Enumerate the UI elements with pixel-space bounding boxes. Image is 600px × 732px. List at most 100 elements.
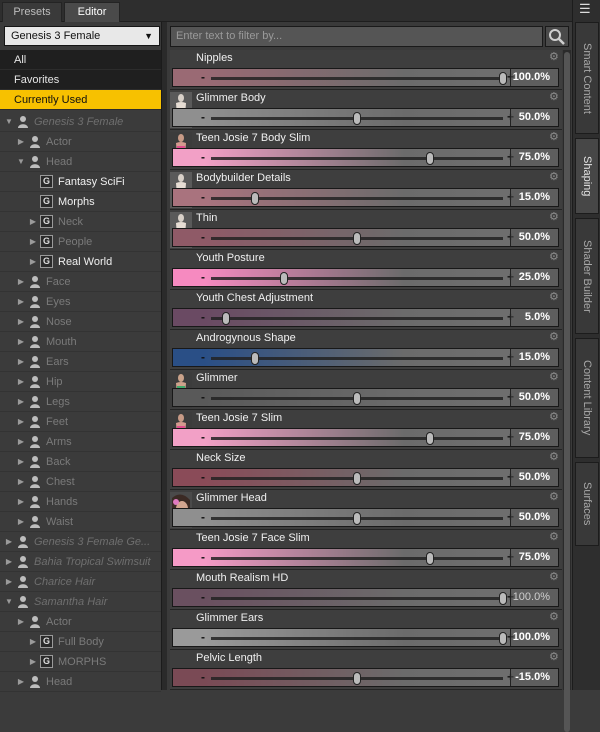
decrement-button[interactable]: - <box>201 189 205 206</box>
property-slider[interactable]: -+15.0% <box>172 188 559 207</box>
gear-icon[interactable]: ⚙ <box>549 332 560 343</box>
gear-icon[interactable]: ⚙ <box>549 532 560 543</box>
side-tab-surfaces[interactable]: Surfaces <box>575 462 599 546</box>
decrement-button[interactable]: - <box>201 469 205 486</box>
property-slider[interactable]: -+-15.0% <box>172 668 559 687</box>
tree-item[interactable]: ▶ G Full Body <box>0 632 161 652</box>
side-tab-shaping[interactable]: Shaping <box>575 138 599 214</box>
slider-handle[interactable] <box>353 672 361 685</box>
decrement-button[interactable]: - <box>201 69 205 86</box>
decrement-button[interactable]: - <box>201 109 205 126</box>
property-slider[interactable]: -+75.0% <box>172 148 559 167</box>
slider-handle[interactable] <box>353 392 361 405</box>
slider-handle[interactable] <box>353 112 361 125</box>
expand-arrow-icon[interactable]: ▶ <box>16 412 26 432</box>
property-slider[interactable]: -+50.0% <box>172 228 559 247</box>
expand-arrow-icon[interactable]: ▶ <box>16 372 26 392</box>
tree-item[interactable]: ▶ Face <box>0 272 161 292</box>
expand-arrow-icon[interactable]: ▶ <box>28 652 38 672</box>
gear-icon[interactable]: ⚙ <box>549 212 560 223</box>
category-item[interactable]: Currently Used <box>0 90 161 110</box>
slider-handle[interactable] <box>499 632 507 645</box>
expand-arrow-icon[interactable]: ▶ <box>28 232 38 252</box>
property-slider[interactable]: -+100.0% <box>172 588 559 607</box>
decrement-button[interactable]: - <box>201 589 205 606</box>
gear-icon[interactable]: ⚙ <box>549 572 560 583</box>
property-slider[interactable]: -+5.0% <box>172 308 559 327</box>
tree-item[interactable]: ▶ G Neck <box>0 212 161 232</box>
tab-presets[interactable]: Presets <box>2 2 62 22</box>
side-tab-content-library[interactable]: Content Library <box>575 338 599 458</box>
gear-icon[interactable]: ⚙ <box>549 292 560 303</box>
slider-handle[interactable] <box>251 352 259 365</box>
tree-item[interactable]: ▶ Back <box>0 452 161 472</box>
property-slider[interactable]: -+100.0% <box>172 68 559 87</box>
side-tab-shader-builder[interactable]: Shader Builder <box>575 218 599 334</box>
tree-item[interactable]: ▼ Samantha Hair <box>0 592 161 612</box>
panel-splitter[interactable] <box>161 22 167 690</box>
decrement-button[interactable]: - <box>201 429 205 446</box>
figure-select[interactable]: Genesis 3 Female ▼ <box>4 26 160 46</box>
expand-arrow-icon[interactable]: ▶ <box>16 472 26 492</box>
tree-item[interactable]: G Morphs <box>0 192 161 212</box>
collapse-arrow-icon[interactable]: ▼ <box>4 112 14 132</box>
decrement-button[interactable]: - <box>201 509 205 526</box>
tree-item[interactable]: ▶ Chest <box>0 472 161 492</box>
tree-item[interactable]: ▶ Charice Hair <box>0 572 161 592</box>
decrement-button[interactable]: - <box>201 389 205 406</box>
slider-handle[interactable] <box>353 512 361 525</box>
pane-menu-icon[interactable]: ☰ <box>579 2 595 16</box>
property-scrollbar[interactable] <box>563 50 571 732</box>
expand-arrow-icon[interactable]: ▶ <box>4 572 14 592</box>
slider-handle[interactable] <box>353 472 361 485</box>
property-slider[interactable]: -+15.0% <box>172 348 559 367</box>
expand-arrow-icon[interactable]: ▶ <box>16 312 26 332</box>
tree-item[interactable]: ▶ Mouth <box>0 332 161 352</box>
gear-icon[interactable]: ⚙ <box>549 52 560 63</box>
expand-arrow-icon[interactable]: ▶ <box>16 352 26 372</box>
gear-icon[interactable]: ⚙ <box>549 92 560 103</box>
collapse-arrow-icon[interactable]: ▼ <box>4 592 14 612</box>
decrement-button[interactable]: - <box>201 269 205 286</box>
decrement-button[interactable]: - <box>201 229 205 246</box>
expand-arrow-icon[interactable]: ▶ <box>16 392 26 412</box>
filter-input[interactable]: Enter text to filter by... <box>170 26 543 47</box>
slider-handle[interactable] <box>426 152 434 165</box>
filter-search-button[interactable] <box>545 26 569 47</box>
tree-item[interactable]: ▶ Head <box>0 672 161 692</box>
tree-item[interactable]: ▶ Actor <box>0 132 161 152</box>
gear-icon[interactable]: ⚙ <box>549 132 560 143</box>
tree-item[interactable]: G Fantasy SciFi <box>0 172 161 192</box>
tree-item[interactable]: ▶ Eyes <box>0 292 161 312</box>
tree-item[interactable]: ▶ Ears <box>0 352 161 372</box>
decrement-button[interactable]: - <box>201 149 205 166</box>
property-slider[interactable]: -+100.0% <box>172 628 559 647</box>
expand-arrow-icon[interactable]: ▶ <box>16 672 26 692</box>
gear-icon[interactable]: ⚙ <box>549 172 560 183</box>
tree-item[interactable]: ▶ Genesis 3 Female Ge... <box>0 532 161 552</box>
slider-handle[interactable] <box>251 192 259 205</box>
slider-handle[interactable] <box>280 272 288 285</box>
expand-arrow-icon[interactable]: ▶ <box>16 332 26 352</box>
tree-item[interactable]: ▶ Bahia Tropical Swimsuit <box>0 552 161 572</box>
property-slider[interactable]: -+50.0% <box>172 388 559 407</box>
expand-arrow-icon[interactable]: ▶ <box>16 612 26 632</box>
property-slider[interactable]: -+75.0% <box>172 428 559 447</box>
tree-item[interactable]: ▶ G MORPHS <box>0 652 161 672</box>
expand-arrow-icon[interactable]: ▶ <box>16 452 26 472</box>
category-item[interactable]: Favorites <box>0 70 161 90</box>
category-item[interactable]: All <box>0 50 161 70</box>
decrement-button[interactable]: - <box>201 309 205 326</box>
property-slider[interactable]: -+50.0% <box>172 468 559 487</box>
gear-icon[interactable]: ⚙ <box>549 652 560 663</box>
expand-arrow-icon[interactable]: ▶ <box>28 212 38 232</box>
property-slider[interactable]: -+25.0% <box>172 268 559 287</box>
gear-icon[interactable]: ⚙ <box>549 492 560 503</box>
slider-handle[interactable] <box>426 552 434 565</box>
tree-item[interactable]: ▶ Hip <box>0 372 161 392</box>
gear-icon[interactable]: ⚙ <box>549 412 560 423</box>
property-slider[interactable]: -+75.0% <box>172 548 559 567</box>
slider-handle[interactable] <box>499 72 507 85</box>
tree-item[interactable]: ▶ Nose <box>0 312 161 332</box>
collapse-arrow-icon[interactable]: ▼ <box>16 152 26 172</box>
